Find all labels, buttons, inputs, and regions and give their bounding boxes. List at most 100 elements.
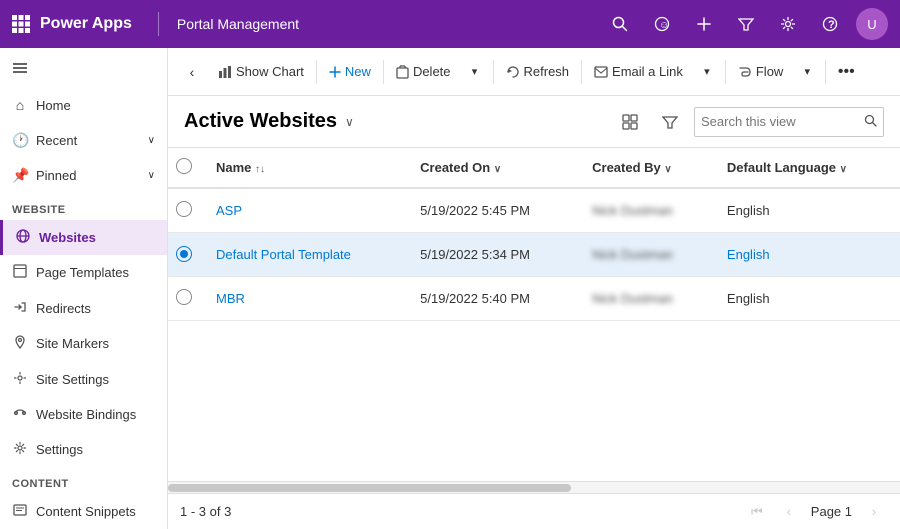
sidebar-content-snippets-label: Content Snippets	[36, 504, 136, 519]
sidebar: ⌂ Home 🕐 Recent ∨ 📌 Pinned ∨ Website Web…	[0, 48, 168, 529]
search-box[interactable]	[694, 107, 884, 137]
sidebar-settings-label: Settings	[36, 442, 83, 457]
header-checkbox-col	[168, 148, 204, 188]
back-button[interactable]: ‹	[176, 56, 208, 88]
row1-created-on: 5/19/2022 5:45 PM	[408, 188, 580, 232]
app-title: Portal Management	[177, 16, 299, 32]
sidebar-item-home[interactable]: ⌂ Home	[0, 87, 167, 122]
sidebar-section-website: Website	[0, 194, 167, 220]
settings-nav-icon	[12, 441, 28, 458]
toolbar-divider-2	[383, 60, 384, 84]
row2-default-language: English	[715, 232, 900, 276]
hamburger-menu[interactable]	[0, 48, 167, 87]
add-icon[interactable]	[688, 8, 720, 40]
horizontal-scrollbar[interactable]	[168, 481, 900, 493]
filter-view-icon[interactable]	[654, 106, 686, 138]
view-title-chevron[interactable]: ∨	[345, 115, 354, 129]
filter-icon[interactable]	[730, 8, 762, 40]
toolbar-divider-5	[725, 60, 726, 84]
search-icon[interactable]	[604, 8, 636, 40]
search-input[interactable]	[701, 114, 860, 129]
row1-circle[interactable]	[176, 201, 192, 217]
toolbar-divider-4	[581, 60, 582, 84]
help-icon[interactable]: ?	[814, 8, 846, 40]
feedback-icon[interactable]: ☺	[646, 8, 678, 40]
prev-page-button[interactable]: ‹	[775, 498, 803, 526]
show-chart-button[interactable]: Show Chart	[210, 56, 312, 88]
sidebar-page-templates-label: Page Templates	[36, 265, 129, 280]
row1-default-language: English	[715, 188, 900, 232]
redirects-icon	[12, 300, 28, 317]
svg-text:☺: ☺	[659, 20, 669, 31]
header-default-language[interactable]: Default Language ∨	[715, 148, 900, 188]
row3-checkbox[interactable]	[168, 276, 204, 320]
pinned-icon: 📌	[12, 167, 28, 184]
pagination: ⏮ ‹ Page 1 ›	[743, 498, 888, 526]
row1-name[interactable]: ASP	[204, 188, 408, 232]
header-created-by[interactable]: Created By ∨	[580, 148, 715, 188]
delete-dropdown[interactable]: ▾	[461, 56, 489, 88]
sidebar-item-content-snippets[interactable]: Content Snippets	[0, 494, 167, 529]
delete-button[interactable]: Delete	[388, 56, 459, 88]
select-all-circle[interactable]	[176, 158, 192, 174]
next-page-button[interactable]: ›	[860, 498, 888, 526]
email-link-button[interactable]: Email a Link	[586, 56, 691, 88]
table-header-row: Name ↑↓ Created On ∨ Created By ∨ D	[168, 148, 900, 188]
main-layout: ⌂ Home 🕐 Recent ∨ 📌 Pinned ∨ Website Web…	[0, 48, 900, 529]
sidebar-pinned-label: Pinned	[36, 168, 76, 183]
sidebar-item-site-markers[interactable]: Site Markers	[0, 326, 167, 361]
sidebar-item-settings[interactable]: Settings	[0, 432, 167, 467]
flow-button[interactable]: Flow	[730, 56, 791, 88]
scrollbar-thumb[interactable]	[168, 484, 571, 492]
sidebar-websites-label: Websites	[39, 230, 96, 245]
new-button[interactable]: New	[321, 56, 379, 88]
sidebar-website-bindings-label: Website Bindings	[36, 407, 136, 422]
sidebar-item-pinned[interactable]: 📌 Pinned ∨	[0, 158, 167, 193]
sidebar-item-recent[interactable]: 🕐 Recent ∨	[0, 123, 167, 158]
email-link-dropdown[interactable]: ▾	[693, 56, 721, 88]
table-row: Default Portal Template 5/19/2022 5:34 P…	[168, 232, 900, 276]
toolbar: ‹ Show Chart New Delete ▾ Refresh	[168, 48, 900, 96]
row2-checkbox[interactable]	[168, 232, 204, 276]
app-grid-icon[interactable]	[12, 15, 30, 33]
nav-divider	[158, 12, 159, 36]
first-page-button[interactable]: ⏮	[743, 498, 771, 526]
sidebar-redirects-label: Redirects	[36, 301, 91, 316]
table-container: Name ↑↓ Created On ∨ Created By ∨ D	[168, 148, 900, 481]
content-area: ‹ Show Chart New Delete ▾ Refresh	[168, 48, 900, 529]
header-name[interactable]: Name ↑↓	[204, 148, 408, 188]
toolbar-divider-1	[316, 60, 317, 84]
header-created-on[interactable]: Created On ∨	[408, 148, 580, 188]
recent-icon: 🕐	[12, 132, 28, 149]
sidebar-item-websites[interactable]: Websites	[0, 220, 167, 255]
app-name: Power Apps	[40, 15, 132, 33]
user-avatar[interactable]: U	[856, 8, 888, 40]
flow-dropdown[interactable]: ▾	[793, 56, 821, 88]
top-nav: Power Apps Portal Management ☺ ? U	[0, 0, 900, 48]
row3-name[interactable]: MBR	[204, 276, 408, 320]
row3-circle[interactable]	[176, 289, 192, 305]
row1-checkbox[interactable]	[168, 188, 204, 232]
sidebar-item-redirects[interactable]: Redirects	[0, 290, 167, 325]
row3-default-language: English	[715, 276, 900, 320]
sidebar-item-website-bindings[interactable]: Website Bindings	[0, 397, 167, 432]
row3-created-by: Nick Dustman	[580, 276, 715, 320]
record-count: 1 - 3 of 3	[180, 504, 743, 519]
row2-name[interactable]: Default Portal Template	[204, 232, 408, 276]
more-options-button[interactable]: •••	[830, 56, 862, 88]
website-bindings-icon	[12, 406, 28, 423]
sidebar-site-settings-label: Site Settings	[36, 372, 109, 387]
sidebar-item-site-settings[interactable]: Site Settings	[0, 361, 167, 396]
defaultlang-sort-icon: ∨	[840, 164, 847, 175]
refresh-button[interactable]: Refresh	[498, 56, 578, 88]
data-table: Name ↑↓ Created On ∨ Created By ∨ D	[168, 148, 900, 321]
view-settings-icon[interactable]	[614, 106, 646, 138]
row2-circle[interactable]	[176, 246, 192, 262]
sidebar-site-markers-label: Site Markers	[36, 336, 109, 351]
footer: 1 - 3 of 3 ⏮ ‹ Page 1 ›	[168, 493, 900, 529]
recent-expand-icon: ∨	[148, 135, 155, 146]
search-box-icon	[864, 114, 877, 130]
page-templates-icon	[12, 264, 28, 281]
settings-icon[interactable]	[772, 8, 804, 40]
sidebar-item-page-templates[interactable]: Page Templates	[0, 255, 167, 290]
